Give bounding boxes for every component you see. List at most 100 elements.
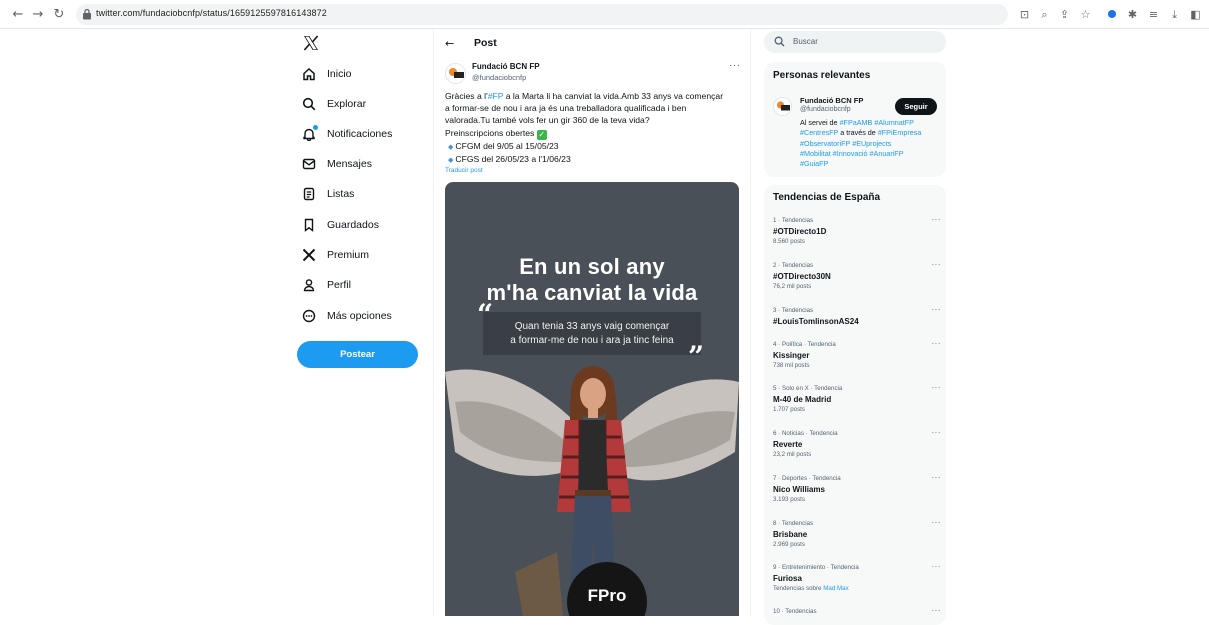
back-button[interactable]: ← bbox=[445, 37, 454, 50]
trend-item[interactable]: 4 · Política · Tendencia Kissinger 738 m… bbox=[773, 339, 942, 369]
hashtag-link[interactable]: #CentresFP bbox=[800, 128, 838, 137]
trend-name: #LouisTomlinsonAS24 bbox=[773, 317, 859, 326]
trend-count: 2.969 posts bbox=[773, 541, 805, 548]
trend-context: 5 · Solo en X · Tendencia bbox=[773, 385, 843, 392]
trend-context: 7 · Deportes · Tendencia bbox=[773, 475, 841, 482]
tweet-text: Gràcies a l'#FP a la Marta li ha canviat… bbox=[445, 90, 745, 166]
tweet-text-part: CFGM del 9/05 al 15/05/23 bbox=[455, 140, 559, 151]
trend-name: Furiosa bbox=[773, 574, 802, 583]
hashtag-link[interactable]: #AnuariFP bbox=[870, 149, 904, 158]
trend-related-link[interactable]: Mad Max bbox=[823, 585, 848, 592]
side-panel-icon[interactable]: ◧ bbox=[1189, 8, 1202, 21]
hashtag-link[interactable]: #FPiEmpresa bbox=[878, 128, 922, 137]
hashtag-link[interactable]: #GuiaFP bbox=[800, 159, 828, 168]
trend-context: 8 · Tendencias bbox=[773, 520, 814, 527]
trend-item[interactable]: 6 · Noticias · Tendencia Reverte 23,2 mi… bbox=[773, 428, 942, 458]
trend-context: 6 · Noticias · Tendencia bbox=[773, 430, 838, 437]
hashtag-link[interactable]: #AlumnatFP bbox=[874, 118, 914, 127]
relevant-name[interactable]: Fundació BCN FP bbox=[800, 96, 863, 105]
sidebar-item-explorar[interactable]: Explorar bbox=[302, 94, 366, 114]
address-bar[interactable]: twitter.com/fundaciobcnfp/status/1659125… bbox=[76, 4, 1008, 25]
trend-context: 2 · Tendencias bbox=[773, 262, 814, 269]
download-icon[interactable]: ⤓ bbox=[1168, 8, 1181, 21]
trend-item[interactable]: 7 · Deportes · Tendencia Nico Williams 3… bbox=[773, 473, 942, 503]
trend-item[interactable]: 2 · Tendencias #OTDirecto30N 76,2 mil po… bbox=[773, 260, 942, 290]
tweet-text-part: valorada.Tu també vols fer un gir 360 de… bbox=[445, 115, 650, 126]
sidebar-item-perfil[interactable]: Perfil bbox=[302, 275, 351, 295]
more-options-icon[interactable]: ··· bbox=[932, 383, 942, 392]
more-options-icon[interactable]: ··· bbox=[932, 305, 942, 314]
zoom-icon[interactable]: ⌕ bbox=[1038, 8, 1051, 21]
avatar[interactable] bbox=[773, 97, 792, 116]
bookmark-star-icon[interactable]: ☆ bbox=[1079, 8, 1092, 21]
sidebar-item-label: Inicio bbox=[327, 68, 352, 80]
more-options-icon[interactable]: ··· bbox=[932, 518, 942, 527]
sidebar-item-premium[interactable]: Premium bbox=[302, 245, 369, 265]
reading-list-icon[interactable]: ≡ bbox=[1147, 8, 1160, 21]
sidebar-item-label: Premium bbox=[327, 249, 370, 261]
media-quote: a formar-me de nou i ara ja tinc feina bbox=[510, 335, 674, 346]
bookmark-icon bbox=[304, 218, 314, 232]
more-options-icon[interactable]: ··· bbox=[932, 215, 942, 224]
more-options-icon[interactable]: ··· bbox=[932, 473, 942, 482]
panel-title: Personas relevantes bbox=[773, 70, 871, 81]
x-logo-icon[interactable] bbox=[303, 35, 319, 51]
trend-item[interactable]: 8 · Tendencias Brisbane 2.969 posts ··· bbox=[773, 518, 942, 548]
more-options-icon[interactable]: ··· bbox=[932, 428, 942, 437]
hashtag-link[interactable]: #EUprojects bbox=[852, 139, 891, 148]
trend-item[interactable]: 9 · Entretenimiento · Tendencia Furiosa … bbox=[773, 562, 942, 592]
forward-arrow-icon[interactable]: → bbox=[30, 7, 46, 23]
sidebar-item-inicio[interactable]: Inicio bbox=[302, 64, 352, 84]
share-icon[interactable]: ⇪ bbox=[1058, 8, 1071, 21]
trend-name: #OTDirecto30N bbox=[773, 272, 831, 281]
author-handle[interactable]: @fundaciobcnfp bbox=[472, 73, 526, 82]
more-options-icon[interactable]: ··· bbox=[729, 60, 741, 71]
avatar[interactable] bbox=[445, 63, 466, 84]
trend-name: #OTDirecto1D bbox=[773, 227, 827, 236]
media-headline: En un sol any bbox=[519, 254, 665, 279]
sidebar-item-notificaciones[interactable]: Notificaciones bbox=[302, 124, 392, 144]
puzzle-icon[interactable]: ✱ bbox=[1126, 8, 1139, 21]
search-input[interactable]: Buscar bbox=[764, 31, 946, 53]
sidebar-item-listas[interactable]: Listas bbox=[302, 184, 354, 204]
sidebar-item-guardados[interactable]: Guardados bbox=[302, 215, 379, 235]
relevant-handle[interactable]: @fundaciobcnfp bbox=[800, 106, 851, 113]
back-arrow-icon[interactable]: ← bbox=[10, 7, 26, 23]
more-options-icon[interactable]: ··· bbox=[932, 339, 942, 348]
sidebar-item-mensajes[interactable]: Mensajes bbox=[302, 154, 372, 174]
search-placeholder: Buscar bbox=[793, 37, 818, 46]
relevant-bio: Al servei de #FPaAMB #AlumnatFP #Centres… bbox=[800, 118, 940, 169]
more-options-icon[interactable]: ··· bbox=[932, 260, 942, 269]
reload-icon[interactable]: ↻ bbox=[51, 7, 67, 23]
hashtag-link[interactable]: #Mobilitat bbox=[800, 149, 831, 158]
install-icon[interactable]: ⊡ bbox=[1018, 8, 1031, 21]
more-options-icon[interactable]: ··· bbox=[932, 606, 942, 615]
trend-name: M-40 de Madrid bbox=[773, 395, 832, 404]
home-icon bbox=[303, 67, 315, 81]
hashtag-link[interactable]: #FPaAMB bbox=[840, 118, 873, 127]
trend-item[interactable]: 1 · Tendencias #OTDirecto1D 8.560 posts … bbox=[773, 215, 942, 245]
author-name[interactable]: Fundació BCN FP bbox=[472, 62, 540, 71]
translate-link[interactable]: Traducir post bbox=[445, 167, 483, 174]
trend-item[interactable]: 5 · Solo en X · Tendencia M-40 de Madrid… bbox=[773, 383, 942, 413]
tweet-media-image[interactable]: En un sol any m'ha canviat la vida “ Qua… bbox=[445, 182, 739, 616]
mail-icon bbox=[302, 158, 316, 170]
follow-button[interactable]: Seguir bbox=[895, 98, 937, 115]
hashtag-link[interactable]: #ObservatoriFP bbox=[800, 139, 850, 148]
hashtag-link[interactable]: #FP bbox=[488, 91, 504, 101]
browser-toolbar: ← → ↻ twitter.com/fundaciobcnfp/status/1… bbox=[0, 0, 1209, 29]
tweet-text-part: a la Marta li ha canviat la vida.Amb 33 … bbox=[503, 91, 724, 101]
extension-dot-icon[interactable] bbox=[1105, 8, 1118, 21]
woman-with-wings-illustration bbox=[445, 366, 739, 616]
trend-name: Reverte bbox=[773, 440, 803, 449]
trend-context: 4 · Política · Tendencia bbox=[773, 341, 836, 348]
tweet-text-part: Preinscripcions obertes bbox=[445, 127, 535, 138]
search-icon bbox=[774, 36, 785, 47]
trend-context: 1 · Tendencias bbox=[773, 217, 814, 224]
trend-context: 3 · Tendencias bbox=[773, 307, 814, 314]
post-button[interactable]: Postear bbox=[297, 341, 418, 368]
hashtag-link[interactable]: #Innovació bbox=[833, 149, 868, 158]
more-options-icon[interactable]: ··· bbox=[932, 562, 942, 571]
sidebar-item-mas-opciones[interactable]: Más opciones bbox=[302, 306, 392, 326]
trend-item[interactable]: 3 · Tendencias #LouisTomlinsonAS24 ··· bbox=[773, 305, 942, 328]
